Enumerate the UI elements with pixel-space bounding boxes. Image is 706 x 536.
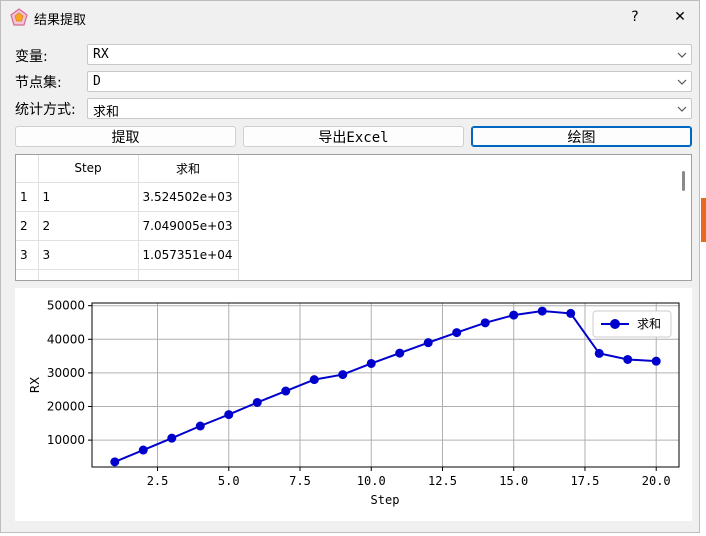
- x-tick-label: 12.5: [428, 474, 457, 488]
- cell-step[interactable]: 3: [38, 240, 139, 270]
- data-point: [452, 328, 462, 338]
- x-tick-label: 15.0: [499, 474, 528, 488]
- variable-label: 变量:: [15, 49, 48, 65]
- x-tick-label: 17.5: [571, 474, 600, 488]
- row-header[interactable]: [16, 269, 39, 280]
- y-tick-label: 30000: [47, 366, 85, 380]
- variable-value: RX: [93, 47, 109, 62]
- export-excel-button[interactable]: 导出Excel: [243, 126, 464, 147]
- variable-combobox[interactable]: RX: [87, 44, 692, 65]
- x-tick-label: 20.0: [642, 474, 671, 488]
- data-point: [423, 338, 433, 348]
- legend-point-marker: [610, 319, 620, 329]
- data-point: [395, 348, 405, 358]
- node-set-combobox[interactable]: D: [87, 71, 692, 92]
- table-row[interactable]: 2 2 7.049005e+03: [16, 211, 239, 241]
- stat-method-label: 统计方式:: [15, 102, 76, 118]
- row-header[interactable]: 3: [16, 240, 39, 270]
- chevron-down-icon: [677, 52, 687, 58]
- cell-step[interactable]: 1: [38, 182, 139, 212]
- data-point: [480, 318, 490, 328]
- corner-header: [16, 155, 39, 183]
- data-point: [338, 370, 348, 380]
- data-point: [167, 433, 177, 443]
- legend-series-name: 求和: [637, 317, 661, 331]
- close-button[interactable]: ✕: [657, 1, 703, 33]
- result-grid: Step 求和 1 1 3.524502e+03 2 2 7.049005e+0…: [16, 155, 239, 280]
- plot-canvas: 2.5 5.0 7.5 10.0 12.5 15.0 17.5 20.0 10000 20000 3…: [15, 288, 692, 521]
- data-point: [623, 354, 633, 364]
- y-tick-label: 50000: [47, 299, 85, 313]
- data-point: [224, 410, 234, 420]
- plot-frame: [91, 302, 680, 468]
- rx-line-chart: 2.5 5.0 7.5 10.0 12.5 15.0 17.5 20.0 10000 20000 3…: [28, 299, 680, 507]
- table-row[interactable]: 3 3 1.057351e+04: [16, 240, 239, 270]
- node-set-value: D: [93, 74, 101, 89]
- data-point: [509, 310, 519, 320]
- series-line: [114, 310, 657, 463]
- data-point: [110, 457, 120, 467]
- data-point: [366, 358, 376, 368]
- data-point: [195, 421, 205, 431]
- result-table[interactable]: Step 求和 1 1 3.524502e+03 2 2 7.049005e+0…: [15, 154, 692, 281]
- node-set-label: 节点集:: [15, 75, 62, 91]
- row-header[interactable]: 1: [16, 182, 39, 212]
- cell-sum[interactable]: 7.049005e+03: [138, 211, 239, 241]
- row-header[interactable]: 2: [16, 211, 39, 241]
- y-tick-label: 20000: [47, 400, 85, 414]
- stat-method-combobox[interactable]: 求和: [87, 98, 692, 120]
- title-bar: 结果提取 ? ✕: [1, 1, 699, 33]
- data-point: [651, 356, 661, 366]
- table-row[interactable]: 1 1 3.524502e+03: [16, 182, 239, 212]
- cell-step[interactable]: [38, 269, 139, 280]
- data-point: [138, 445, 148, 455]
- x-tick-label: 5.0: [218, 474, 240, 488]
- y-tick-label: 10000: [47, 433, 85, 447]
- x-tick-label: 10.0: [357, 474, 386, 488]
- table-vertical-scrollbar[interactable]: [675, 155, 691, 280]
- window-title: 结果提取: [34, 13, 87, 28]
- cell-sum[interactable]: [138, 269, 239, 280]
- cell-step[interactable]: 2: [38, 211, 139, 241]
- data-point: [252, 397, 262, 407]
- table-row[interactable]: [16, 269, 239, 280]
- background-window-edge: [701, 198, 706, 242]
- x-tick-label: 2.5: [147, 474, 169, 488]
- data-point: [594, 348, 604, 358]
- app-logo-icon: [10, 8, 28, 26]
- y-axis-label: RX: [28, 377, 42, 394]
- data-point: [537, 306, 547, 316]
- chevron-down-icon: [677, 79, 687, 85]
- data-point: [281, 386, 291, 396]
- extract-button[interactable]: 提取: [15, 126, 236, 147]
- y-tick-label: 40000: [47, 332, 85, 346]
- column-header-step[interactable]: Step: [38, 155, 139, 183]
- scrollbar-thumb[interactable]: [682, 171, 685, 191]
- result-extract-dialog: 结果提取 ? ✕ 变量: RX 节点集: D 统计方式: 求和 提取 导出Exc…: [0, 0, 700, 533]
- data-point: [566, 308, 576, 318]
- column-header-sum[interactable]: 求和: [138, 155, 239, 183]
- chevron-down-icon: [677, 106, 687, 112]
- chart-legend: 求和: [592, 310, 672, 338]
- data-point: [309, 375, 319, 385]
- export-excel-label: 导出Excel: [318, 129, 389, 146]
- x-axis-label: Step: [371, 493, 400, 507]
- cell-sum[interactable]: 3.524502e+03: [138, 182, 239, 212]
- cell-sum[interactable]: 1.057351e+04: [138, 240, 239, 270]
- stat-method-value: 求和: [93, 105, 120, 120]
- help-button[interactable]: ?: [612, 1, 658, 33]
- x-tick-label: 7.5: [289, 474, 311, 488]
- plot-button[interactable]: 绘图: [471, 126, 692, 147]
